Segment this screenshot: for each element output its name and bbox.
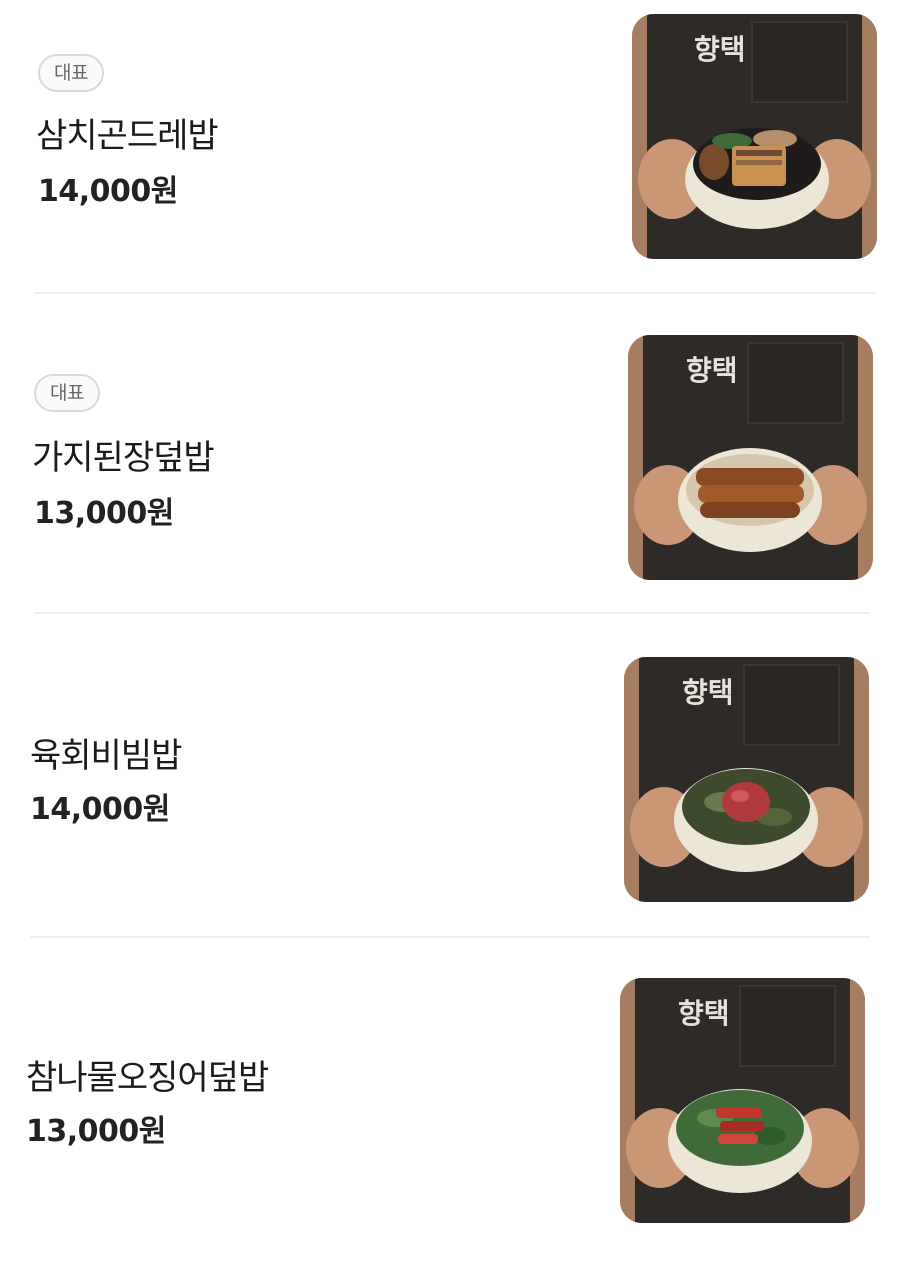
menu-item-eggplant[interactable]: 대표 가지된장덮밥 13,000원 향택 (0, 322, 900, 644)
eggplant-bowl-photo: 향택 (628, 335, 873, 580)
signature-badge: 대표 (38, 54, 104, 92)
menu-price: 14,000원 (30, 792, 170, 827)
samchi-bowl-photo: 향택 (632, 14, 877, 259)
apron-text: 향택 (694, 33, 746, 66)
menu-photo[interactable]: 향택 (628, 335, 873, 580)
menu-photo[interactable]: 향택 (632, 14, 877, 259)
menu-list: 대표 삼치곤드레밥 14,000원 향택 대표 가지된장덮밥 13,000원 향… (0, 0, 900, 1233)
menu-item-samchi[interactable]: 대표 삼치곤드레밥 14,000원 향택 (0, 0, 900, 322)
apron-text: 향택 (686, 354, 738, 387)
apron-text: 향택 (678, 997, 730, 1030)
menu-name: 가지된장덮밥 (32, 438, 215, 478)
menu-name: 육회비빔밥 (30, 736, 182, 776)
apron-text: 향택 (682, 676, 734, 709)
signature-badge: 대표 (34, 374, 100, 412)
menu-price: 13,000원 (26, 1114, 166, 1149)
divider (34, 612, 870, 614)
divider (30, 936, 870, 938)
menu-price: 13,000원 (34, 496, 174, 531)
menu-name: 참나물오징어덮밥 (26, 1058, 269, 1098)
menu-price: 14,000원 (38, 174, 178, 209)
menu-photo[interactable]: 향택 (624, 657, 869, 902)
menu-item-yukhoe[interactable]: 육회비빔밥 14,000원 향택 (0, 644, 900, 966)
divider (34, 292, 876, 294)
menu-name: 삼치곤드레밥 (36, 116, 219, 156)
menu-photo[interactable]: 향택 (620, 978, 865, 1223)
yukhoe-bowl-photo: 향택 (624, 657, 869, 902)
menu-item-squid[interactable]: 참나물오징어덮밥 13,000원 향택 (0, 966, 900, 1288)
squid-bowl-photo: 향택 (620, 978, 865, 1223)
